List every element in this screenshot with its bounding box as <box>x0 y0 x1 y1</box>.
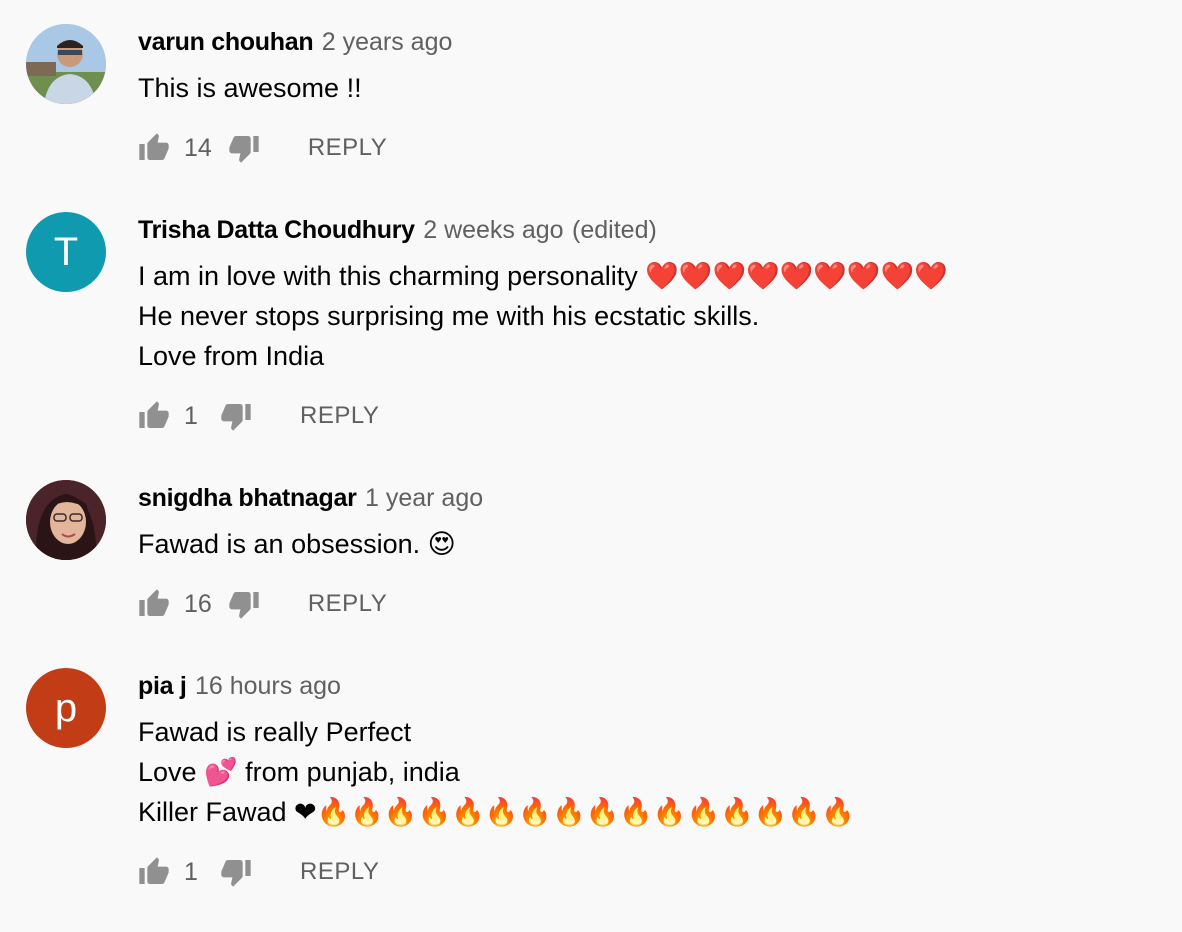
edited-label: (edited) <box>572 216 657 244</box>
comment-text: I am in love with this charming personal… <box>138 256 948 376</box>
thumb-up-icon[interactable] <box>138 132 170 164</box>
comment-text: Fawad is an obsession. 😍 <box>138 524 456 564</box>
comment-text: This is awesome !! <box>138 68 362 108</box>
author-name[interactable]: Trisha Datta Choudhury <box>138 216 415 244</box>
author-name[interactable]: snigdha bhatnagar <box>138 484 357 512</box>
avatar-photo-icon <box>26 24 106 104</box>
author-name[interactable]: varun chouhan <box>138 28 314 56</box>
comment-line: Fawad is really Perfect <box>138 717 412 747</box>
avatar[interactable] <box>26 24 106 104</box>
comment-header: pia j 16 hours ago <box>138 668 341 704</box>
reply-button[interactable]: REPLY <box>308 590 387 618</box>
author-name[interactable]: pia j <box>138 672 187 700</box>
comment-actions: 16 REPLY <box>138 584 387 624</box>
comment-header: snigdha bhatnagar 1 year ago <box>138 480 483 516</box>
like-count: 16 <box>184 589 212 618</box>
comment-line: Love 💕 from punjab, india <box>138 757 460 787</box>
avatar[interactable]: p <box>26 668 106 748</box>
thumb-down-icon[interactable] <box>228 588 260 620</box>
thumb-up-icon[interactable] <box>138 588 170 620</box>
comment-header: Trisha Datta Choudhury 2 weeks ago (edit… <box>138 212 657 248</box>
comment-line: I am in love with this charming personal… <box>138 261 948 291</box>
avatar[interactable]: T <box>26 212 106 292</box>
timestamp[interactable]: 2 weeks ago <box>423 216 563 244</box>
comment-line: He never stops surprising me with his ec… <box>138 301 760 331</box>
reply-button[interactable]: REPLY <box>300 402 379 430</box>
thumb-up-icon[interactable] <box>138 400 170 432</box>
like-count: 1 <box>184 857 198 886</box>
timestamp[interactable]: 1 year ago <box>365 484 483 512</box>
reply-button[interactable]: REPLY <box>308 134 387 162</box>
avatar-photo-icon <box>26 480 106 560</box>
comment-text: Fawad is really Perfect Love 💕 from punj… <box>138 712 855 832</box>
comment-line: Killer Fawad ❤🔥🔥🔥🔥🔥🔥🔥🔥🔥🔥🔥🔥🔥🔥🔥🔥 <box>138 797 855 827</box>
comment-line: This is awesome !! <box>138 73 362 103</box>
thumb-down-icon[interactable] <box>228 132 260 164</box>
comment-actions: 1 REPLY <box>138 852 379 892</box>
thumb-up-icon[interactable] <box>138 856 170 888</box>
comment-actions: 1 REPLY <box>138 396 379 436</box>
like-count: 1 <box>184 401 198 430</box>
thumb-down-icon[interactable] <box>220 856 252 888</box>
timestamp[interactable]: 16 hours ago <box>195 672 341 700</box>
like-count: 14 <box>184 133 212 162</box>
avatar-letter: T <box>53 229 79 274</box>
avatar-letter: p <box>54 685 78 730</box>
comment-actions: 14 REPLY <box>138 128 387 168</box>
comment-line: Fawad is an obsession. 😍 <box>138 529 456 559</box>
reply-button[interactable]: REPLY <box>300 858 379 886</box>
comment-line: Love from India <box>138 341 325 371</box>
timestamp[interactable]: 2 years ago <box>322 28 453 56</box>
avatar[interactable] <box>26 480 106 560</box>
thumb-down-icon[interactable] <box>220 400 252 432</box>
comment-header: varun chouhan 2 years ago <box>138 24 452 60</box>
